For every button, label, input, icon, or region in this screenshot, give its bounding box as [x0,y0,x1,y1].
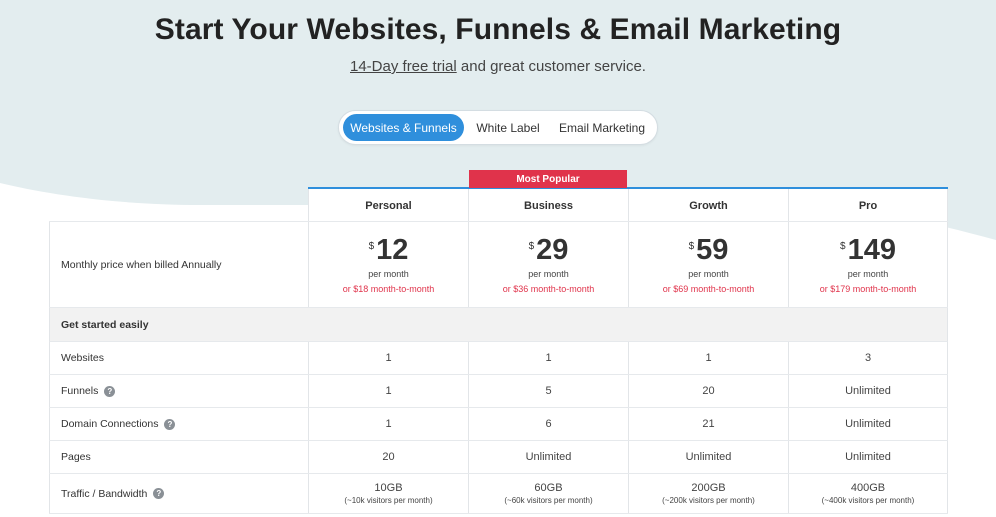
table-cell: Unlimited [628,441,788,473]
bandwidth-value: 10GB [374,482,403,494]
table-cell: Unlimited [788,441,948,473]
toggle-websites-funnels[interactable]: Websites & Funnels [343,114,464,141]
month-to-month-price: or $18 month-to-month [342,283,435,294]
row-label-text: Traffic / Bandwidth [61,487,148,500]
table-cell: Unlimited [468,441,628,473]
table-row: Domain Connections? 1 6 21 Unlimited [49,408,948,441]
month-to-month-price: or $36 month-to-month [502,283,595,294]
row-label-text: Funnels [61,385,99,397]
price-row: Monthly price when billed Annually $12 p… [49,221,948,308]
visitors-note: (~400k visitors per month) [821,496,915,505]
month-to-month-price: or $179 month-to-month [819,283,917,294]
row-label-websites: Websites [49,342,308,374]
table-cell: 1 [628,342,788,374]
table-cell: Unlimited [788,375,948,407]
table-cell: 1 [468,342,628,374]
price-cell-personal: $12 per month or $18 month-to-month [308,222,468,307]
price-cell-growth: $59 per month or $69 month-to-month [628,222,788,307]
row-label-traffic-bandwidth: Traffic / Bandwidth? [49,474,308,513]
per-month-label: per month [368,268,409,279]
per-month-label: per month [688,268,729,279]
subtitle-rest: and great customer service. [456,58,646,75]
table-cell: 10GB (~10k visitors per month) [308,474,468,513]
table-cell: 5 [468,375,628,407]
table-cell: 60GB (~60k visitors per month) [468,474,628,513]
plan-header-business: Business [468,189,628,222]
row-label-pages: Pages [49,441,308,473]
price-row-label: Monthly price when billed Annually [49,222,308,307]
table-cell: 1 [308,375,468,407]
toggle-email-marketing[interactable]: Email Marketing [552,114,652,141]
row-label-funnels: Funnels? [49,375,308,407]
help-icon[interactable]: ? [104,385,116,397]
help-icon[interactable]: ? [164,418,176,430]
table-row: Traffic / Bandwidth? 10GB (~10k visitors… [49,474,948,514]
table-row: Pages 20 Unlimited Unlimited Unlimited [49,441,948,474]
currency-symbol: $ [368,240,375,252]
price-amount: 59 [696,233,729,266]
row-label-text: Domain Connections [61,418,159,430]
bandwidth-value: 200GB [691,482,726,494]
currency-symbol: $ [840,240,846,252]
table-cell: 1 [308,342,468,374]
price-amount: 29 [536,233,569,266]
page-subtitle: 14-Day free trial and great customer ser… [0,58,996,75]
section-header-get-started: Get started easily [49,308,948,342]
visitors-note: (~200k visitors per month) [662,496,755,505]
row-label-domain-connections: Domain Connections? [49,408,308,440]
currency-symbol: $ [528,240,535,252]
plan-category-toggle: Websites & Funnels White Label Email Mar… [338,110,658,145]
most-popular-badge: Most Popular [469,170,627,188]
row-label-text: Pages [61,451,91,463]
price-cell-business: $29 per month or $36 month-to-month [468,222,628,307]
visitors-note: (~60k visitors per month) [504,496,593,505]
price-cell-pro: $149 per month or $179 month-to-month [788,222,948,307]
per-month-label: per month [847,268,889,279]
table-cell: 6 [468,408,628,440]
row-label-text: Websites [61,352,104,364]
table-row: Funnels? 1 5 20 Unlimited [49,375,948,408]
visitors-note: (~10k visitors per month) [344,496,433,505]
pricing-table: Monthly price when billed Annually $12 p… [49,221,948,514]
month-to-month-price: or $69 month-to-month [662,283,755,294]
table-row: Websites 1 1 1 3 [49,342,948,375]
plan-header-row: Personal Business Growth Pro [308,187,948,222]
bandwidth-value: 60GB [534,482,563,494]
toggle-white-label[interactable]: White Label [464,114,552,141]
table-cell: 200GB (~200k visitors per month) [628,474,788,513]
per-month-label: per month [528,268,569,279]
table-cell: 20 [308,441,468,473]
table-cell: Unlimited [788,408,948,440]
bandwidth-value: 400GB [850,482,886,494]
table-cell: 21 [628,408,788,440]
table-cell: 400GB (~400k visitors per month) [788,474,948,513]
plan-header-pro: Pro [788,189,948,222]
help-icon[interactable]: ? [153,488,165,499]
free-trial-link[interactable]: 14-Day free trial [350,58,457,75]
plan-header-personal: Personal [308,189,468,222]
table-cell: 20 [628,375,788,407]
price-amount: 149 [847,233,896,266]
table-cell: 1 [308,408,468,440]
currency-symbol: $ [688,240,695,252]
table-cell: 3 [788,342,948,374]
page-title: Start Your Websites, Funnels & Email Mar… [154,13,842,46]
plan-header-growth: Growth [628,189,788,222]
price-amount: 12 [376,233,409,266]
